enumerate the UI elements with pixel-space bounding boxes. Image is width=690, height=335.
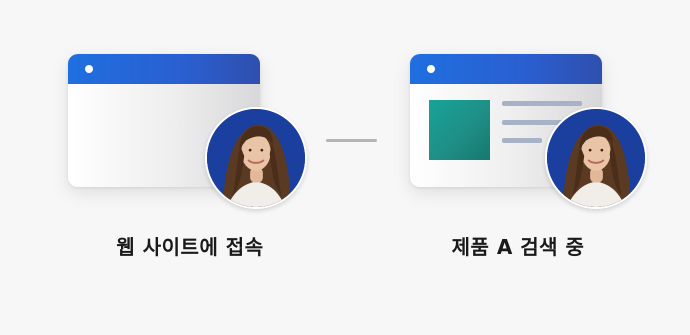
step-connector-line: [326, 139, 377, 142]
step-label-search-product: 제품 A 검색 중: [451, 235, 585, 259]
product-image-placeholder: [429, 100, 490, 160]
product-text-line: [502, 101, 582, 106]
product-text-line: [502, 138, 542, 143]
step-label-visit-website: 웹 사이트에 접속: [116, 235, 264, 259]
window-dot-icon: [427, 65, 435, 73]
product-text-line: [502, 120, 562, 125]
user-avatar-icon: [205, 107, 307, 209]
window-dot-icon: [85, 65, 93, 73]
window-titlebar: [68, 54, 260, 84]
window-titlebar: [410, 54, 602, 84]
user-avatar-icon: [545, 107, 647, 209]
